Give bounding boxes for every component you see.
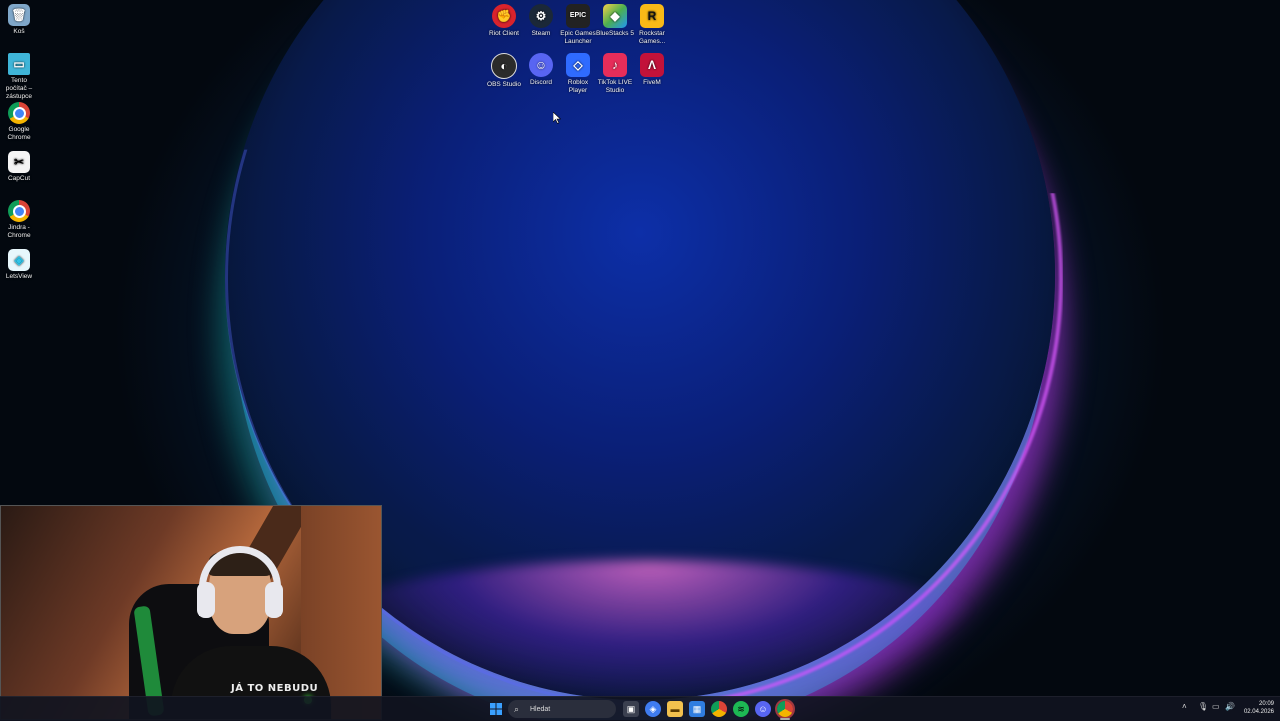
roblox-icon: ◇ xyxy=(566,53,590,77)
chrome-profile-icon xyxy=(8,200,30,222)
mouse-cursor-icon xyxy=(553,112,561,124)
search-placeholder: Hledat xyxy=(530,705,551,713)
task-view-icon[interactable]: ▣ xyxy=(623,701,639,717)
wallpaper-glow xyxy=(300,560,1000,710)
desktop-icon-label: Tento počítač – zástupce xyxy=(5,77,33,100)
desktop-icon-recycle-bin[interactable]: 🗑 Koš xyxy=(0,4,38,36)
microsoft-store-icon[interactable]: ▦ xyxy=(689,701,705,717)
desktop-icon-this-pc[interactable]: ▭ Tento počítač – zástupce xyxy=(0,53,38,101)
capcut-icon: ✂ xyxy=(8,151,30,173)
desktop-icon-fivem[interactable]: Λ FiveM xyxy=(633,53,671,87)
steam-icon: ⚙ xyxy=(529,4,553,28)
rockstar-icon: R xyxy=(640,4,664,28)
desktop-icon-label: Rockstar Games... xyxy=(638,30,666,45)
desktop-icon-label: Discord xyxy=(529,79,553,86)
recycle-bin-icon: 🗑 xyxy=(8,4,30,26)
desktop-icon-letsview[interactable]: ◈ LetsView xyxy=(0,249,38,281)
clock-time: 20:09 xyxy=(1258,701,1274,707)
show-hidden-icons-chevron-icon[interactable]: ˄ xyxy=(1182,702,1187,711)
fivem-icon: Λ xyxy=(640,53,664,77)
file-explorer-icon[interactable]: ▬ xyxy=(667,701,683,717)
desktop-icon-label: Jindra - Chrome xyxy=(7,224,31,239)
desktop-icon-rockstar[interactable]: R Rockstar Games... xyxy=(633,4,671,46)
desktop-icon-bluestacks[interactable]: ◆ BlueStacks 5 xyxy=(596,4,634,38)
desktop-icon-roblox[interactable]: ◇ Roblox Player xyxy=(559,53,597,95)
desktop-icon-label: LetsView xyxy=(5,273,33,280)
desktop-icon-label: Epic Games Launcher xyxy=(560,30,596,45)
desktop-icon-epic-games[interactable]: EPIC Epic Games Launcher xyxy=(559,4,597,46)
taskbar: ⌕ Hledat ▣ ◈ ▬ ▦ ≋ ☺ ˄ 🎙 ▭ 🔊 20:09 02.04… xyxy=(0,696,1280,721)
desktop-icon-label: Roblox Player xyxy=(567,79,589,94)
desktop-icon-label: Steam xyxy=(531,30,551,37)
search-icon: ⌕ xyxy=(514,703,520,714)
this-pc-icon: ▭ xyxy=(8,53,30,75)
spotify-icon[interactable]: ≋ xyxy=(733,701,749,717)
desktop-icon-tiktok-live[interactable]: ♪ TikTok LIVE Studio xyxy=(596,53,634,95)
copilot-icon[interactable]: ◈ xyxy=(645,701,661,717)
webcam-overlay: JÁ TO NEBUDU xyxy=(0,505,382,720)
tiktok-live-icon: ♪ xyxy=(603,53,627,77)
desktop-icon-label: TikTok LIVE Studio xyxy=(597,79,633,94)
taskbar-search[interactable]: ⌕ Hledat xyxy=(508,700,616,718)
desktop-icon-label: OBS Studio xyxy=(487,81,521,88)
discord-icon: ☺ xyxy=(529,53,553,77)
desktop-icon-steam[interactable]: ⚙ Steam xyxy=(522,4,560,38)
chrome-taskbar-icon[interactable] xyxy=(711,701,727,717)
bluestacks-icon: ◆ xyxy=(603,4,627,28)
shirt-text: JÁ TO NEBUDU xyxy=(231,683,319,694)
discord-taskbar-icon[interactable]: ☺ xyxy=(755,701,771,717)
desktop-icon-discord[interactable]: ☺ Discord xyxy=(522,53,560,87)
windows-logo-icon xyxy=(490,703,502,715)
desktop-icon-jindra-chrome[interactable]: Jindra - Chrome xyxy=(0,200,38,240)
obs-icon: ◐ xyxy=(491,53,517,79)
desktop-icon-capcut[interactable]: ✂ CapCut xyxy=(0,151,38,183)
system-clock[interactable]: 20:09 02.04.2026 xyxy=(1244,700,1274,716)
headset-ear-left xyxy=(197,582,215,618)
volume-icon[interactable]: 🔊 xyxy=(1225,702,1235,711)
start-button[interactable] xyxy=(488,701,504,717)
desktop-icon-riot-client[interactable]: ✊ Riot Client xyxy=(485,4,523,38)
headset-ear-right xyxy=(265,582,283,618)
microphone-icon[interactable]: 🎙 xyxy=(1198,702,1208,711)
desktop-icon-obs-studio[interactable]: ◐ OBS Studio xyxy=(485,53,523,89)
desktop-icon-label: Google Chrome xyxy=(7,126,31,141)
chrome-icon xyxy=(8,102,30,124)
desktop-icon-label: Riot Client xyxy=(489,30,519,37)
desktop-icon-label: Koš xyxy=(13,28,25,35)
letsview-icon: ◈ xyxy=(8,249,30,271)
network-icon[interactable]: ▭ xyxy=(1212,702,1220,711)
desktop-icon-google-chrome[interactable]: Google Chrome xyxy=(0,102,38,142)
chrome-profile-taskbar-icon[interactable] xyxy=(777,701,793,717)
desktop-icon-label: CapCut xyxy=(7,175,31,182)
desktop-icon-label: FiveM xyxy=(643,79,661,86)
riot-client-icon: ✊ xyxy=(492,4,516,28)
epic-games-icon: EPIC xyxy=(566,4,590,28)
clock-date: 02.04.2026 xyxy=(1243,709,1274,715)
desktop-icon-label: BlueStacks 5 xyxy=(596,30,634,37)
